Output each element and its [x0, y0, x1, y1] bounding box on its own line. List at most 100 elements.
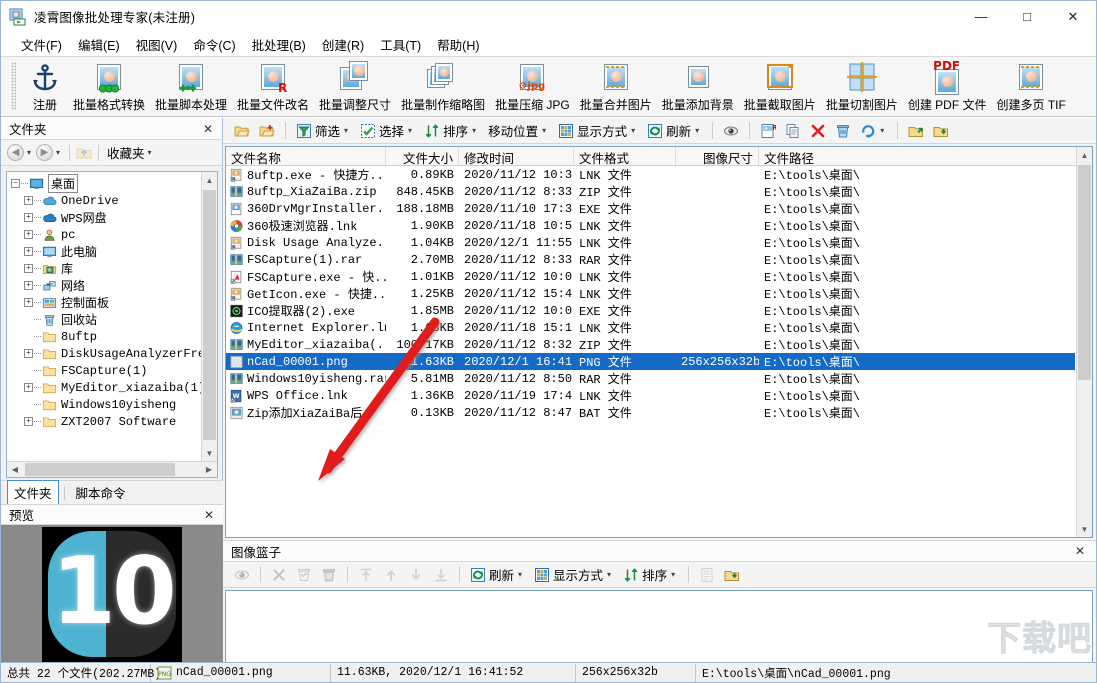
back-icon[interactable]: ◀: [7, 144, 24, 161]
btn-sort[interactable]: 排序 ▾: [421, 119, 482, 142]
table-row[interactable]: GetIcon.exe - 快捷... 1.25KB 2020/11/12 15:4…: [226, 285, 1075, 302]
tree-expander-icon[interactable]: +: [24, 417, 33, 426]
tree-item[interactable]: + pc: [11, 226, 200, 243]
scroll-up-icon[interactable]: ▲: [202, 172, 217, 188]
preview-image[interactable]: 10: [1, 527, 223, 662]
scroll-right-icon[interactable]: ▶: [201, 462, 217, 477]
btn-preview-toggle[interactable]: [720, 121, 742, 141]
close-icon[interactable]: ✕: [1072, 544, 1088, 558]
toolbar-create-pdf[interactable]: PDF 创建 PDF 文件: [903, 57, 992, 113]
tree-horizontal-scrollbar[interactable]: ◀ ▶: [7, 461, 217, 477]
column-header[interactable]: 文件路径: [759, 147, 1077, 165]
folder-tree[interactable]: − 桌面 + OneDrive + WPS网盘 + pc + 此电脑 + 库 + 网络 + 控制面板 回收站 8u…: [6, 171, 218, 478]
basket-view-mode[interactable]: 显示方式 ▾: [531, 563, 617, 586]
close-icon[interactable]: ✕: [200, 122, 216, 136]
scroll-left-icon[interactable]: ◀: [7, 462, 23, 477]
favorites-caret[interactable]: ▾: [148, 148, 152, 157]
tree-expander-icon[interactable]: +: [24, 383, 33, 392]
table-row[interactable]: nCad_00001.png 11.63KB 2020/12/1 16:41:52 P…: [226, 353, 1075, 370]
basket-refresh[interactable]: 刷新 ▾: [467, 563, 528, 586]
toolbar-grip[interactable]: [11, 62, 16, 110]
table-row[interactable]: FSCapture.exe - 快... 1.01KB 2020/11/12 10:…: [226, 268, 1075, 285]
file-list[interactable]: 文件名称 文件大小 修改时间 文件格式 图像尺寸 文件路径 8uftp.exe - 快捷方…: [225, 146, 1093, 538]
tree-item[interactable]: + 此电脑: [11, 243, 200, 260]
toolbar-register[interactable]: 注册: [22, 57, 68, 113]
file-list-vscroll-thumb[interactable]: [1078, 165, 1091, 380]
chevron-down-icon[interactable]: ▾: [880, 126, 884, 135]
chevron-down-icon[interactable]: ▾: [408, 126, 412, 135]
menu-batch[interactable]: 批处理(B): [244, 33, 314, 56]
table-row[interactable]: 360DrvMgrInstaller... 188.18MB 2020/11/10 …: [226, 200, 1075, 217]
btn-export[interactable]: [905, 121, 927, 141]
tree-expander-icon[interactable]: −: [11, 179, 20, 188]
tree-item[interactable]: + 控制面板: [11, 294, 200, 311]
toolbar-crop[interactable]: 批量截取图片: [739, 57, 821, 113]
tree-item[interactable]: + WPS网盘: [11, 209, 200, 226]
btn-rename-file[interactable]: R: [757, 121, 779, 141]
table-row[interactable]: Zip添加XiaZaiBa后 0.13KB 2020/11/12 8:47:00 BA…: [226, 404, 1075, 421]
file-list-vertical-scrollbar[interactable]: ▲ ▼: [1076, 147, 1092, 537]
menu-help[interactable]: 帮助(H): [429, 33, 487, 56]
column-header[interactable]: 文件格式: [574, 147, 676, 165]
toolbar-merge[interactable]: 批量合并图片: [575, 57, 657, 113]
forward-icon[interactable]: ▶: [36, 144, 54, 161]
basket-sort[interactable]: 排序 ▾: [620, 563, 681, 586]
tree-item[interactable]: + DiskUsageAnalyzerFree19: [11, 345, 217, 362]
btn-delete[interactable]: [807, 121, 829, 141]
menu-command[interactable]: 命令(C): [185, 33, 243, 56]
table-row[interactable]: Internet Explorer.lnk 1.68KB 2020/11/18 15…: [226, 319, 1075, 336]
table-row[interactable]: 8uftp.exe - 快捷方... 0.89KB 2020/11/12 10:3.…: [226, 166, 1075, 183]
scroll-up-icon[interactable]: ▲: [1077, 147, 1092, 163]
tree-item[interactable]: + ZXT2007 Software: [11, 413, 200, 430]
tree-expander-icon[interactable]: +: [24, 298, 33, 307]
tree-item[interactable]: Windows10yisheng: [11, 396, 200, 413]
btn-open-folder[interactable]: [231, 121, 253, 141]
basket-import[interactable]: [721, 565, 743, 585]
table-row[interactable]: FSCapture(1).rar 2.70MB 2020/11/12 8:33:36…: [226, 251, 1075, 268]
scroll-down-icon[interactable]: ▼: [1077, 521, 1092, 537]
column-header[interactable]: 修改时间: [459, 147, 574, 165]
tree-item[interactable]: + 库: [11, 260, 200, 277]
tree-expander-icon[interactable]: +: [24, 196, 33, 205]
chevron-down-icon[interactable]: ▾: [518, 570, 522, 579]
menu-tools[interactable]: 工具(T): [372, 33, 429, 56]
tree-item[interactable]: 8uftp: [11, 328, 200, 345]
btn-move-position[interactable]: 移动位置 ▾: [485, 119, 552, 142]
chevron-down-icon[interactable]: ▾: [472, 126, 476, 135]
toolbar-rename[interactable]: R 批量文件改名: [232, 57, 314, 113]
tree-expander-icon[interactable]: +: [24, 230, 33, 239]
tree-expander-icon[interactable]: +: [24, 213, 33, 222]
table-row[interactable]: Windows10yisheng.rar 5.81MB 2020/11/12 8:5…: [226, 370, 1075, 387]
btn-select[interactable]: 选择 ▾: [357, 119, 418, 142]
tree-hscroll-thumb[interactable]: [25, 463, 175, 476]
btn-view-mode[interactable]: 显示方式 ▾: [555, 119, 641, 142]
btn-rotate[interactable]: ▾: [857, 121, 890, 141]
menu-view[interactable]: 视图(V): [128, 33, 186, 56]
chevron-down-icon[interactable]: ▾: [542, 126, 546, 135]
column-header[interactable]: 图像尺寸: [676, 147, 759, 165]
chevron-down-icon[interactable]: ▾: [695, 126, 699, 135]
toolbar-split[interactable]: 批量切割图片: [821, 57, 903, 113]
btn-filter[interactable]: 筛选 ▾: [293, 119, 354, 142]
toolbar-create-tif[interactable]: 创建多页 TIF: [992, 57, 1071, 113]
tree-vscroll-thumb[interactable]: [203, 190, 216, 440]
toolbar-resize[interactable]: 批量调整尺寸: [314, 57, 396, 113]
table-row[interactable]: WWPS Office.lnk 1.36KB 2020/11/19 17:4... L…: [226, 387, 1075, 404]
menu-file[interactable]: 文件(F): [13, 33, 70, 56]
table-row[interactable]: 8uftp_XiaZaiBa.zip 848.45KB 2020/11/12 8:3…: [226, 183, 1075, 200]
favorites-label[interactable]: 收藏夹: [107, 143, 145, 162]
toolbar-format-convert[interactable]: 批量格式转换: [68, 57, 150, 113]
chevron-down-icon[interactable]: ▾: [671, 570, 675, 579]
chevron-down-icon[interactable]: ▾: [344, 126, 348, 135]
tree-expander-icon[interactable]: +: [24, 281, 33, 290]
close-icon[interactable]: ✕: [201, 508, 217, 522]
table-row[interactable]: MyEditor_xiazaiba(... 100.17KB 2020/11/12 …: [226, 336, 1075, 353]
maximize-button[interactable]: □: [1004, 1, 1050, 32]
toolbar-script-process[interactable]: 批量脚本处理: [150, 57, 232, 113]
tree-expander-icon[interactable]: +: [24, 247, 33, 256]
tree-vertical-scrollbar[interactable]: ▲ ▼: [201, 172, 217, 461]
chevron-down-icon[interactable]: ▾: [607, 570, 611, 579]
tree-item[interactable]: − 桌面: [11, 174, 200, 193]
tree-item[interactable]: FSCapture(1): [11, 362, 200, 379]
back-dropdown-caret[interactable]: ▾: [27, 148, 31, 157]
